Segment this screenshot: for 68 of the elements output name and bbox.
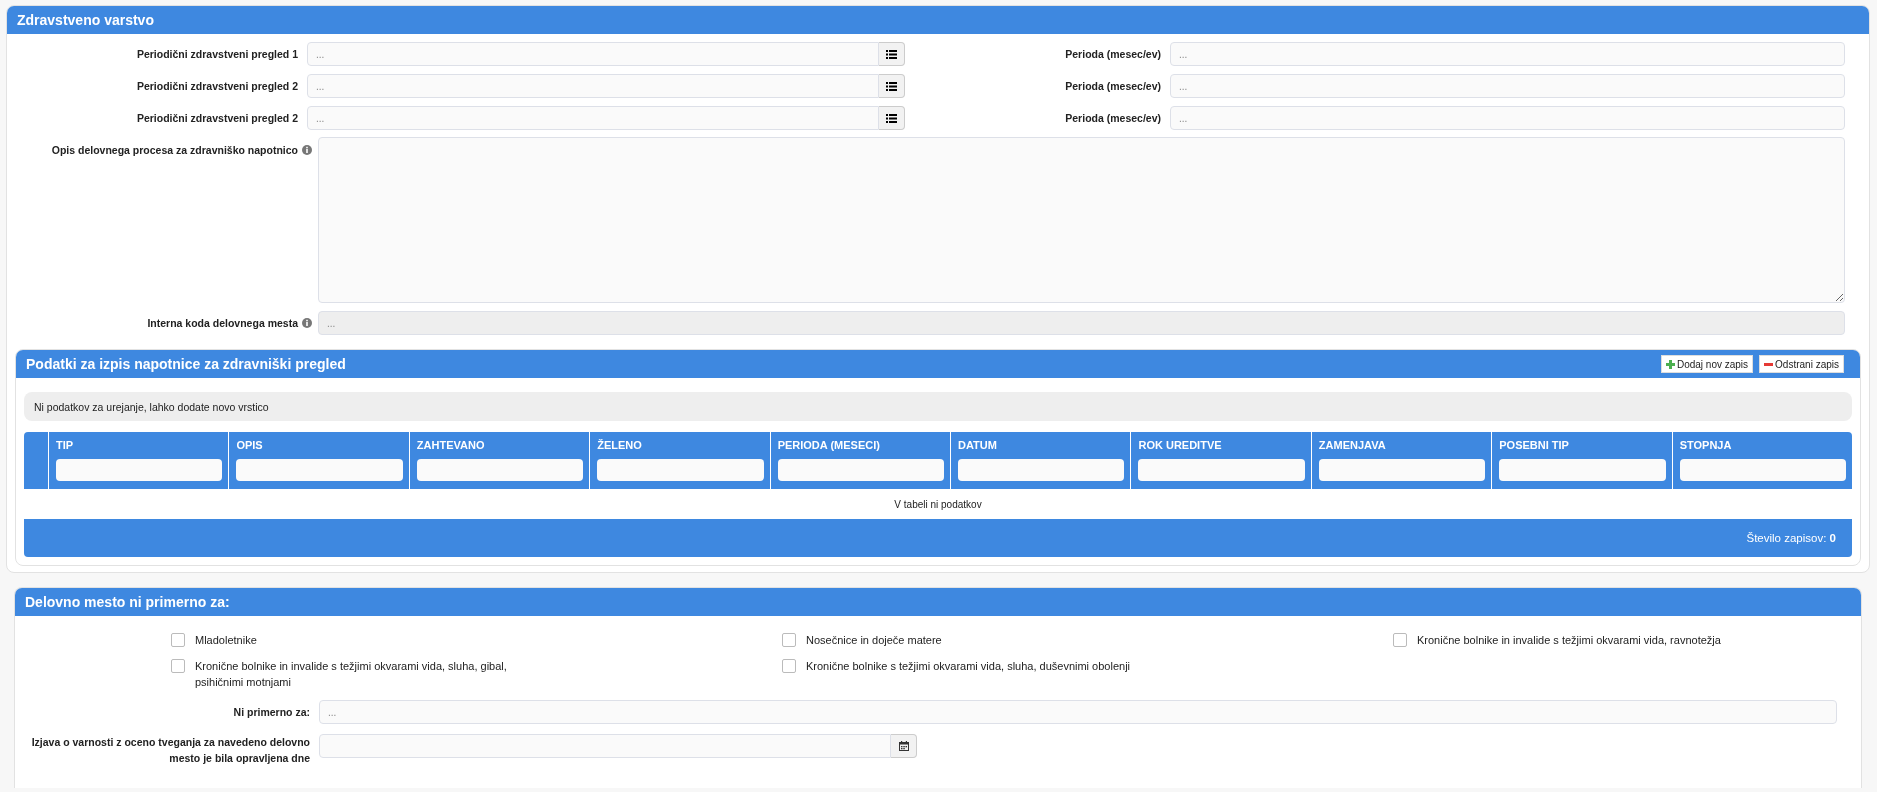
- checkbox-label[interactable]: Kronične bolnike in invalide s težjimi okvarami vida, ravnotežja: [1417, 632, 1721, 648]
- field-label: Izjava o varnosti z oceno tveganja za navedeno delovno mesto je bila opravljena dne: [30, 735, 311, 766]
- remove-record-button[interactable]: Odstrani zapis: [1759, 355, 1844, 373]
- list-button[interactable]: [879, 42, 905, 66]
- calendar-button[interactable]: [891, 734, 917, 758]
- filter-field[interactable]: [56, 459, 223, 481]
- field-label: Perioda (mesec/ev): [1064, 112, 1162, 124]
- filter-field[interactable]: [777, 459, 945, 481]
- field-label: Opis delovnega procesa za zdravniško napotnico: [51, 144, 298, 156]
- filter-field[interactable]: [1679, 459, 1847, 481]
- column-header[interactable]: ZAHTEVANO: [416, 439, 584, 451]
- input-field[interactable]: ...: [307, 106, 879, 130]
- date-field[interactable]: [319, 734, 891, 758]
- input-field[interactable]: ...: [1170, 42, 1845, 66]
- filter-field[interactable]: [416, 459, 584, 481]
- add-record-button[interactable]: Dodaj nov zapis: [1660, 355, 1754, 373]
- checkbox[interactable]: [171, 659, 185, 673]
- field-label: Perioda (mesec/ev): [1064, 48, 1162, 60]
- info-icon: [302, 145, 312, 155]
- checkbox[interactable]: [1393, 633, 1407, 647]
- checkbox-label[interactable]: Nosečnice in doječe matere: [806, 632, 942, 648]
- field-label: Periodični zdravstveni pregled 1: [135, 48, 299, 60]
- checkbox-label[interactable]: Kronične bolnike s težjimi okvarami vida, sluha, duševnimi obolenji: [806, 658, 1131, 674]
- column-header[interactable]: ZAMENJAVA: [1318, 439, 1486, 451]
- field-label: Periodični zdravstveni pregled 2: [135, 80, 299, 92]
- column-header[interactable]: TIP: [56, 439, 223, 451]
- list-button[interactable]: [879, 106, 905, 130]
- list-button[interactable]: [879, 74, 905, 98]
- info-message: Ni podatkov za urejanje, lahko dodate novo vrstico: [24, 392, 1852, 421]
- calendar-icon: [898, 741, 909, 751]
- info-icon: [302, 318, 312, 328]
- filter-field[interactable]: [1138, 459, 1305, 481]
- checkbox-label[interactable]: Kronične bolnike in invalide s težjimi okvarami vida, sluha, gibal, psihičnimi motnjami: [195, 658, 550, 690]
- input-field[interactable]: ...: [319, 700, 1837, 724]
- input-field[interactable]: ...: [307, 74, 879, 98]
- column-header[interactable]: DATUM: [958, 439, 1125, 451]
- field-label: Interna koda delovnega mesta: [147, 317, 298, 329]
- panel-title: Podatki za izpis napotnice za zdravniški pregled: [26, 356, 346, 372]
- column-header[interactable]: OPIS: [236, 439, 403, 451]
- checkbox[interactable]: [782, 659, 796, 673]
- filter-field[interactable]: [1318, 459, 1486, 481]
- field-label: Perioda (mesec/ev): [1064, 80, 1162, 92]
- filter-field[interactable]: [236, 459, 403, 481]
- list-icon: [886, 113, 897, 123]
- panel-title: Delovno mesto ni primerno za:: [25, 594, 230, 610]
- input-field[interactable]: ...: [307, 42, 879, 66]
- field-label: Ni primerno za:: [232, 706, 311, 718]
- input-field[interactable]: ...: [1170, 74, 1845, 98]
- column-header[interactable]: POSEBNI TIP: [1499, 439, 1666, 451]
- filter-field[interactable]: [958, 459, 1125, 481]
- field-label: Periodični zdravstveni pregled 2: [135, 112, 299, 124]
- checkbox-label[interactable]: Mladoletnike: [195, 632, 257, 648]
- column-header[interactable]: PERIODA (MESECI): [777, 439, 945, 451]
- input-field[interactable]: ...: [1170, 106, 1845, 130]
- list-icon: [886, 49, 897, 59]
- plus-icon: [1665, 359, 1675, 369]
- checkbox[interactable]: [171, 633, 185, 647]
- panel-title: Zdravstveno varstvo: [17, 12, 154, 28]
- empty-message: V tabeli ni podatkov: [894, 498, 982, 510]
- record-count: Število zapisov: 0: [1746, 532, 1836, 544]
- filter-field[interactable]: [597, 459, 764, 481]
- filter-field[interactable]: [1499, 459, 1666, 481]
- list-icon: [886, 81, 897, 91]
- column-header[interactable]: ROK UREDITVE: [1138, 439, 1305, 451]
- checkbox[interactable]: [782, 633, 796, 647]
- text-area[interactable]: [318, 137, 1845, 303]
- column-header[interactable]: ŽELENO: [597, 439, 764, 451]
- column-header[interactable]: STOPNJA: [1679, 439, 1847, 451]
